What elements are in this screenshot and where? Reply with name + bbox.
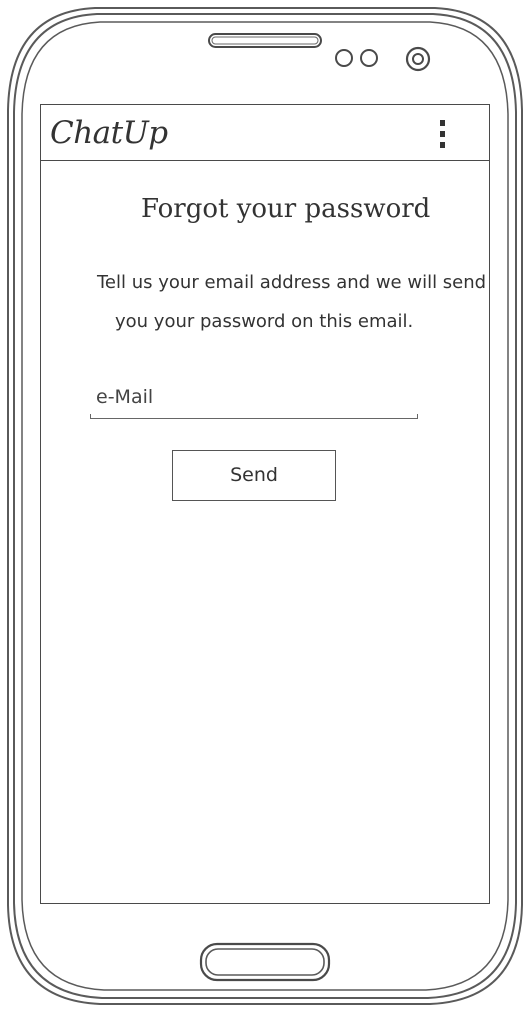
description-text: Tell us your email address and we will s… bbox=[97, 263, 487, 341]
description-line: you your password on this email. bbox=[115, 311, 414, 332]
menu-dot bbox=[440, 142, 445, 148]
app-bar: ChatUp bbox=[41, 105, 489, 161]
overflow-menu-icon[interactable] bbox=[435, 120, 449, 148]
email-field-underline bbox=[90, 414, 418, 419]
menu-dot bbox=[440, 131, 445, 137]
home-button-icon[interactable] bbox=[196, 940, 334, 984]
phone-screen: ChatUp Forgot your password Tell us your… bbox=[40, 104, 490, 904]
email-placeholder: e-Mail bbox=[96, 386, 154, 408]
app-title: ChatUp bbox=[50, 115, 168, 151]
menu-dot bbox=[440, 120, 445, 126]
description-line: Tell us your email address and we will s… bbox=[97, 272, 487, 293]
email-field[interactable]: e-Mail bbox=[90, 377, 418, 419]
page-title: Forgot your password bbox=[141, 194, 431, 224]
sensor-icon bbox=[335, 49, 378, 67]
speaker-grille-icon bbox=[208, 33, 322, 48]
send-button[interactable]: Send bbox=[172, 450, 336, 501]
front-camera-icon bbox=[405, 46, 431, 72]
